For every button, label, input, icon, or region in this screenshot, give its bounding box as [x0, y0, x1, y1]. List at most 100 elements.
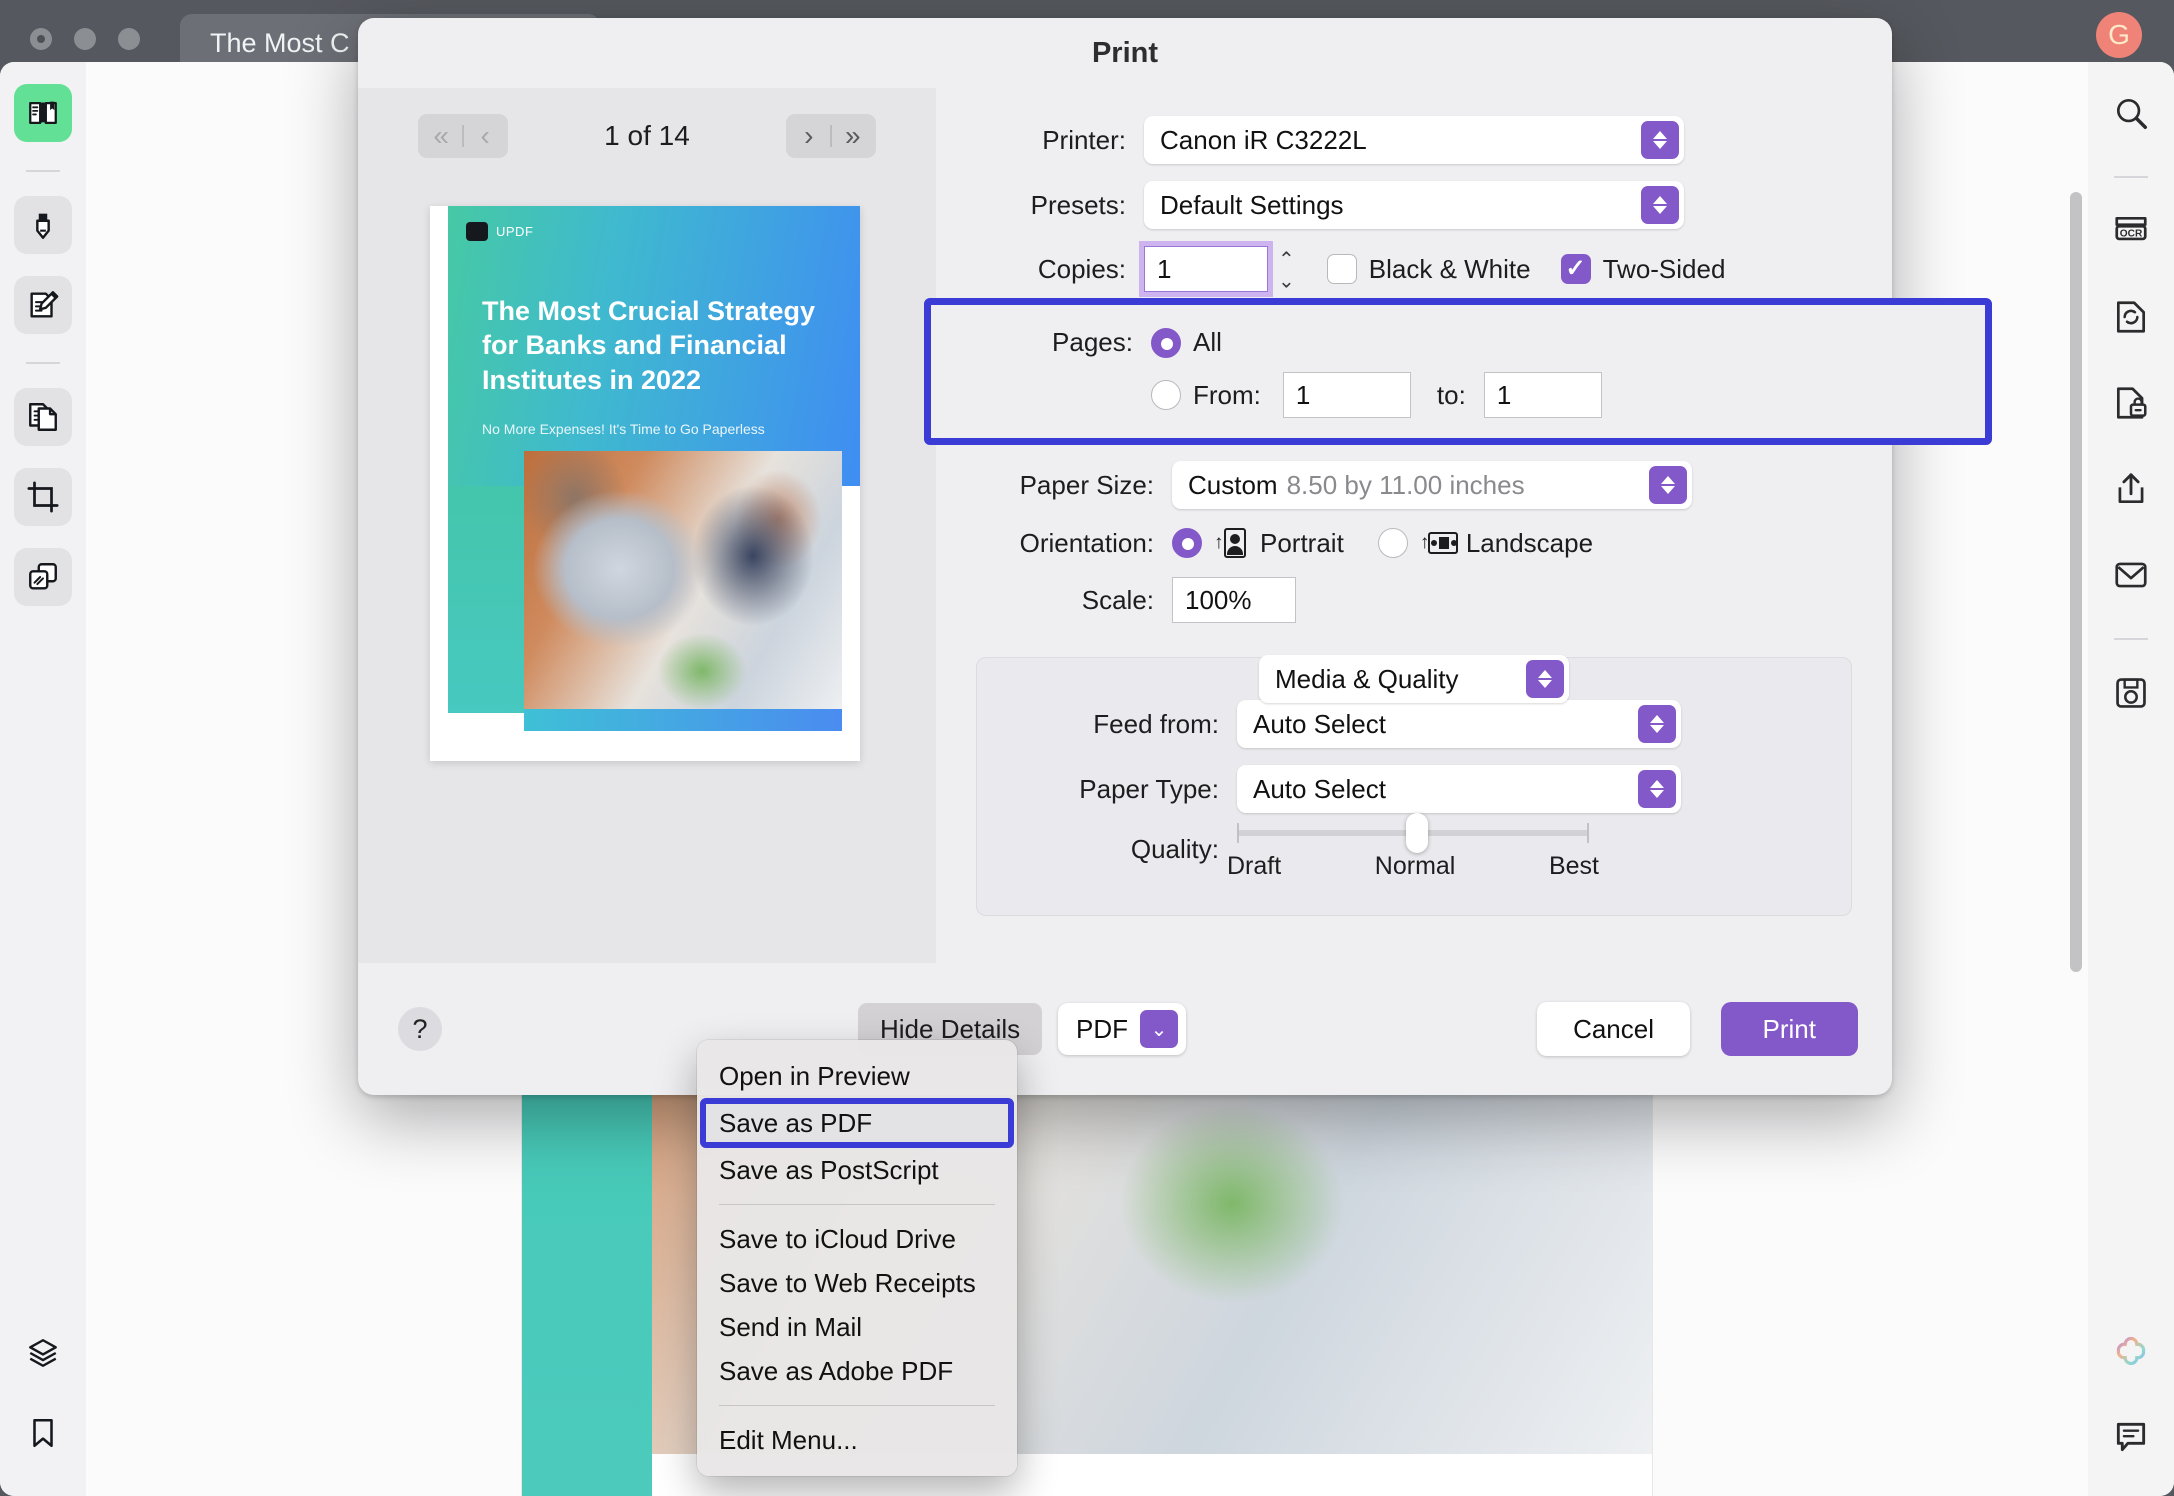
avatar[interactable]: G — [2096, 12, 2142, 58]
orientation-landscape-radio[interactable] — [1377, 528, 1408, 558]
page-thumbnail[interactable]: UPDF The Most Crucial Strategy for Banks… — [430, 206, 860, 761]
sidebar-item-batch[interactable] — [14, 548, 72, 606]
copies-stepper[interactable]: ⌃ ⌃ — [1278, 250, 1295, 290]
pages-label: Pages: — [1052, 327, 1133, 357]
paper-type-chevrons-icon — [1638, 770, 1676, 808]
two-sided-checkbox-group[interactable]: Two-Sided — [1560, 254, 1725, 285]
sidebar-item-layers[interactable] — [14, 1324, 72, 1382]
canvas-scrollbar[interactable] — [2070, 192, 2082, 972]
cancel-button[interactable]: Cancel — [1537, 1002, 1690, 1056]
black-white-checkbox[interactable] — [1326, 254, 1357, 284]
search-icon — [2116, 98, 2147, 129]
sidebar-item-save[interactable] — [2102, 664, 2160, 722]
quality-best-label: Best — [1548, 852, 1599, 880]
orientation-label: Orientation: — [1019, 527, 1154, 558]
copies-input[interactable]: 1 — [1139, 241, 1273, 297]
previous-page-button[interactable]: ‹ — [468, 116, 502, 156]
highlighter-icon — [36, 213, 50, 239]
sidebar-item-search[interactable] — [2102, 84, 2160, 142]
sidebar-item-reader[interactable] — [14, 84, 72, 142]
pages-from-input[interactable]: 1 — [1282, 372, 1411, 418]
paper-type-row: Paper Type: Auto Select — [977, 765, 1851, 813]
pages-to-input[interactable]: 1 — [1483, 372, 1602, 418]
close-window-button[interactable] — [30, 28, 52, 50]
lock-document-icon — [2116, 387, 2147, 419]
menu-item-edit-menu[interactable]: Edit Menu... — [697, 1418, 1017, 1462]
pages-all-radio[interactable] — [1151, 327, 1181, 358]
sidebar-item-convert[interactable] — [2102, 288, 2160, 346]
presets-select[interactable]: Default Settings — [1144, 181, 1684, 229]
landscape-orientation-icon: ↑ — [1420, 526, 1458, 560]
copies-value: 1 — [1157, 253, 1172, 284]
print-button[interactable]: Print — [1720, 1002, 1858, 1056]
module-select[interactable]: Media & Quality — [1259, 655, 1569, 703]
pdf-dropdown-menu: Open in Preview Save as PDF Save as Post… — [697, 1040, 1017, 1476]
thumbnail-footer-strip — [524, 709, 842, 731]
sidebar-item-mail[interactable] — [2102, 546, 2160, 604]
pages-annotation-box: Pages: All From: 1 to: 1 — [924, 298, 1992, 445]
sidebar-item-comment[interactable] — [2102, 1408, 2160, 1466]
next-page-button[interactable]: › — [792, 116, 826, 156]
paper-type-select[interactable]: Auto Select — [1237, 765, 1681, 813]
quality-slider[interactable] — [1237, 813, 1589, 853]
black-white-checkbox-group[interactable]: Black & White — [1326, 254, 1531, 285]
menu-label: Save as PostScript — [719, 1154, 939, 1185]
menu-item-open-in-preview[interactable]: Open in Preview — [697, 1054, 1017, 1098]
help-button[interactable]: ? — [398, 1007, 442, 1051]
print-dialog-footer: ? Hide Details PDF ⌄ Cancel Print — [358, 963, 1892, 1095]
maximize-window-button[interactable] — [118, 28, 140, 50]
module-select-wrapper: Media & Quality — [1259, 655, 1569, 703]
updf-logo-text: UPDF — [496, 224, 534, 239]
module-value: Media & Quality — [1275, 663, 1459, 694]
first-page-button[interactable]: « — [424, 116, 458, 156]
chevron-down-icon: ⌄ — [1140, 1010, 1178, 1048]
sidebar-item-edit[interactable] — [14, 276, 72, 334]
right-toolbar: OCR — [2088, 62, 2174, 1496]
sidebar-item-crop[interactable] — [14, 468, 72, 526]
scale-input[interactable]: 100% — [1172, 577, 1296, 623]
orientation-portrait-radio[interactable] — [1172, 528, 1202, 558]
menu-label: Save as Adobe PDF — [719, 1355, 954, 1386]
pages-range-radio[interactable] — [1151, 380, 1181, 410]
avatar-initial: G — [2108, 19, 2130, 50]
feed-from-row: Feed from: Auto Select — [977, 700, 1851, 748]
window-controls — [30, 28, 140, 50]
sidebar-item-protect[interactable] — [2102, 374, 2160, 432]
sidebar-item-organize-pages[interactable] — [14, 388, 72, 446]
menu-label: Save to Web Receipts — [719, 1267, 976, 1298]
presets-chevrons-icon — [1641, 186, 1679, 224]
pager-divider-left — [462, 125, 465, 147]
copies-row: Copies: 1 ⌃ ⌃ Black & White Two-Sided — [976, 241, 1852, 297]
paper-size-select[interactable]: Custom 8.50 by 11.00 inches — [1172, 461, 1692, 509]
paper-size-detail: 8.50 by 11.00 inches — [1286, 469, 1525, 500]
left-toolbar — [0, 62, 86, 1496]
two-sided-checkbox[interactable] — [1560, 254, 1591, 284]
feed-from-chevrons-icon — [1638, 705, 1676, 743]
pages-all-row: Pages: All — [931, 327, 1985, 358]
menu-item-save-to-icloud-drive[interactable]: Save to iCloud Drive — [697, 1217, 1017, 1261]
sidebar-item-bookmark[interactable] — [14, 1404, 72, 1462]
menu-item-save-as-pdf[interactable]: Save as PDF — [700, 1098, 1014, 1148]
quality-slider-knob[interactable] — [1405, 813, 1428, 853]
envelope-icon — [2115, 562, 2147, 588]
printer-label: Printer: — [1042, 124, 1126, 155]
sidebar-item-ocr[interactable]: OCR — [2102, 202, 2160, 260]
copies-label: Copies: — [1037, 253, 1126, 284]
minimize-window-button[interactable] — [74, 28, 96, 50]
sidebar-item-highlight[interactable] — [14, 196, 72, 254]
presets-label: Presets: — [1030, 189, 1126, 220]
printer-chevrons-icon — [1641, 121, 1679, 159]
sidebar-item-share[interactable] — [2102, 460, 2160, 518]
last-page-button[interactable]: » — [836, 116, 870, 156]
presets-value: Default Settings — [1160, 189, 1344, 220]
sidebar-item-ai[interactable] — [2102, 1322, 2160, 1380]
pdf-menu-button[interactable]: PDF ⌄ — [1058, 1003, 1186, 1055]
feed-from-select[interactable]: Auto Select — [1237, 700, 1681, 748]
menu-item-send-in-mail[interactable]: Send in Mail — [697, 1305, 1017, 1349]
menu-item-save-as-adobe-pdf[interactable]: Save as Adobe PDF — [697, 1349, 1017, 1393]
printer-select[interactable]: Canon iR C3222L — [1144, 116, 1684, 164]
menu-separator-2 — [719, 1405, 995, 1406]
menu-item-save-to-web-receipts[interactable]: Save to Web Receipts — [697, 1261, 1017, 1305]
menu-item-save-as-postscript[interactable]: Save as PostScript — [697, 1148, 1017, 1192]
updf-logo-mark — [466, 222, 488, 241]
